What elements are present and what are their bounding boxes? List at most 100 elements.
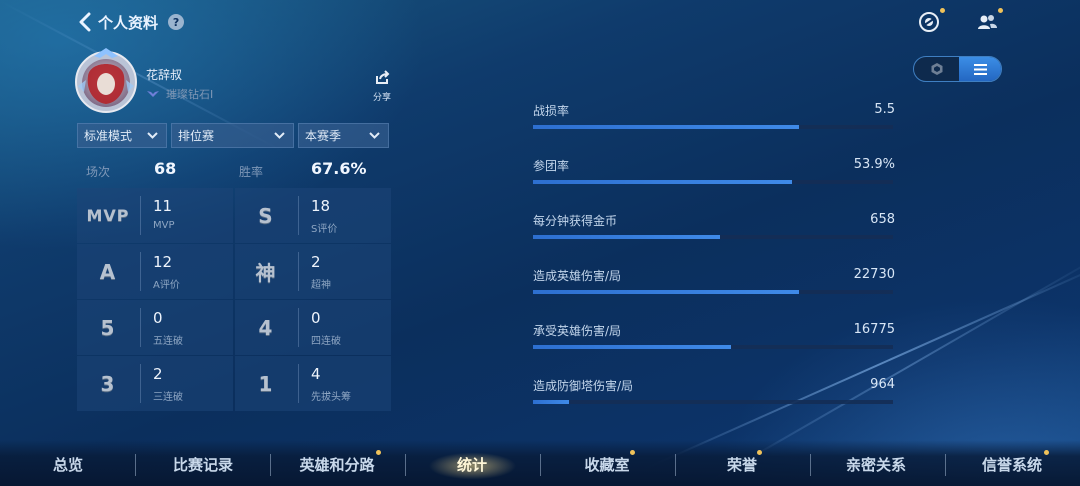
stat-label: 超神 — [311, 280, 331, 291]
stat-cell-quadra: 4 0 四连破 — [235, 300, 391, 355]
performance-row: 每分钟获得金币 658 — [533, 212, 895, 242]
tab-credit-system[interactable]: 信誉系统 — [972, 454, 1052, 474]
quadra-badge: 4 — [258, 315, 274, 340]
divider — [298, 308, 299, 347]
stat-value: 2 — [311, 253, 321, 271]
list-icon — [974, 63, 987, 75]
first-blood-badge: 1 — [258, 371, 274, 396]
chevron-down-icon — [274, 132, 285, 139]
tab-heroes-and-lanes[interactable]: 英雄和分路 — [292, 454, 382, 474]
season-dropdown[interactable]: 本赛季 — [298, 123, 389, 148]
back-arrow-icon[interactable] — [78, 12, 92, 32]
avatar-frame — [75, 48, 137, 113]
metric-bar-track — [533, 290, 893, 294]
nav-divider — [675, 454, 676, 476]
tab-statistics[interactable]: 统计 — [442, 454, 502, 474]
friends-button[interactable] — [976, 8, 1003, 33]
metric-value: 5.5 — [874, 102, 895, 117]
chevron-down-icon — [147, 132, 158, 139]
matches-value: 68 — [154, 159, 177, 178]
stat-value: 18 — [311, 197, 331, 215]
performance-row: 造成防御塔伤害/局 964 — [533, 377, 895, 407]
friends-icon — [978, 15, 997, 29]
stat-label: 先拔头筹 — [311, 392, 351, 403]
metric-value: 22730 — [853, 267, 895, 282]
metric-bar-fill — [533, 400, 569, 404]
rank-info: 璀璨钻石I — [146, 86, 213, 102]
tab-collection[interactable]: 收藏室 — [572, 454, 642, 474]
share-button[interactable]: 分享 — [370, 70, 394, 103]
stat-cell-a: A 12 A评价 — [77, 244, 233, 299]
stat-label: S评价 — [311, 224, 338, 235]
notification-dot — [630, 450, 635, 455]
performance-row: 造成英雄伤害/局 22730 — [533, 267, 895, 297]
match-type-dropdown[interactable]: 排位赛 — [171, 123, 294, 148]
metric-value: 53.9% — [853, 157, 895, 172]
divider — [140, 196, 141, 235]
metric-bar-fill — [533, 345, 731, 349]
metric-value: 658 — [870, 212, 895, 227]
divider — [298, 196, 299, 235]
divider — [140, 308, 141, 347]
notification-dot — [1044, 450, 1049, 455]
stat-label: MVP — [153, 220, 175, 231]
nav-divider — [270, 454, 271, 476]
page-title: 个人资料 — [98, 13, 159, 32]
a-rating-badge: A — [99, 259, 117, 284]
player-name: 花辞叔 — [146, 68, 183, 82]
metric-bar-fill — [533, 125, 800, 129]
season-dropdown-label: 本赛季 — [305, 129, 342, 143]
stat-cell-mvp: MVP 11 MVP — [77, 188, 233, 243]
triple-badge: 3 — [100, 371, 116, 396]
page-header: 个人资料 ? — [78, 10, 185, 34]
filter-bar: 标准模式 排位赛 本赛季 — [77, 123, 389, 148]
metric-bar-track — [533, 400, 893, 404]
matches-label: 场次 — [86, 165, 111, 179]
notification-dot — [998, 8, 1003, 13]
tab-honors[interactable]: 荣誉 — [712, 454, 772, 474]
metric-label: 战损率 — [533, 104, 570, 118]
nav-divider — [540, 454, 541, 476]
stat-cell-godlike: 神 2 超神 — [235, 244, 391, 299]
stat-value: 4 — [311, 365, 321, 383]
metric-bar-track — [533, 180, 893, 184]
metric-bar-fill — [533, 235, 721, 239]
notification-dot — [376, 450, 381, 455]
stat-value: 11 — [153, 197, 173, 215]
stat-label: 四连破 — [311, 336, 341, 347]
winrate-label: 胜率 — [239, 165, 264, 179]
metric-bar-fill — [533, 180, 793, 184]
divider — [298, 364, 299, 403]
metric-bar-track — [533, 345, 893, 349]
performance-row: 参团率 53.9% — [533, 157, 895, 187]
stat-value: 0 — [153, 309, 163, 327]
nav-divider — [945, 454, 946, 476]
stat-label: A评价 — [153, 280, 180, 291]
emblem-button[interactable] — [918, 8, 945, 33]
divider — [298, 252, 299, 291]
hexagon-icon — [931, 63, 942, 75]
mode-dropdown[interactable]: 标准模式 — [77, 123, 167, 148]
metric-value: 964 — [870, 377, 895, 392]
stat-cell-first-blood: 1 4 先拔头筹 — [235, 356, 391, 411]
stat-cell-triple: 3 2 三连破 — [77, 356, 233, 411]
avatar[interactable] — [70, 46, 142, 114]
toggle-list-view[interactable] — [959, 57, 1001, 81]
tab-match-history[interactable]: 比赛记录 — [163, 454, 243, 474]
metric-value: 16775 — [853, 322, 895, 337]
stat-value: 2 — [153, 365, 163, 383]
rank-wings-icon — [147, 91, 159, 97]
nav-divider — [135, 454, 136, 476]
tab-overview[interactable]: 总览 — [38, 454, 98, 474]
help-icon[interactable]: ? — [168, 14, 185, 30]
rank-label: 璀璨钻石I — [166, 88, 214, 101]
performance-row: 承受英雄伤害/局 16775 — [533, 322, 895, 352]
share-label: 分享 — [372, 93, 391, 103]
metric-bar-track — [533, 235, 893, 239]
stat-cell-penta: 5 0 五连破 — [77, 300, 233, 355]
toggle-hexagon-view[interactable] — [914, 57, 959, 81]
tab-relationships[interactable]: 亲密关系 — [836, 454, 916, 474]
mvp-badge: MVP — [86, 206, 130, 225]
share-icon — [376, 70, 390, 84]
stats-grid: MVP 11 MVP S 18 S评价 A 12 A评价 神 2 超神 5 0 … — [77, 188, 391, 411]
